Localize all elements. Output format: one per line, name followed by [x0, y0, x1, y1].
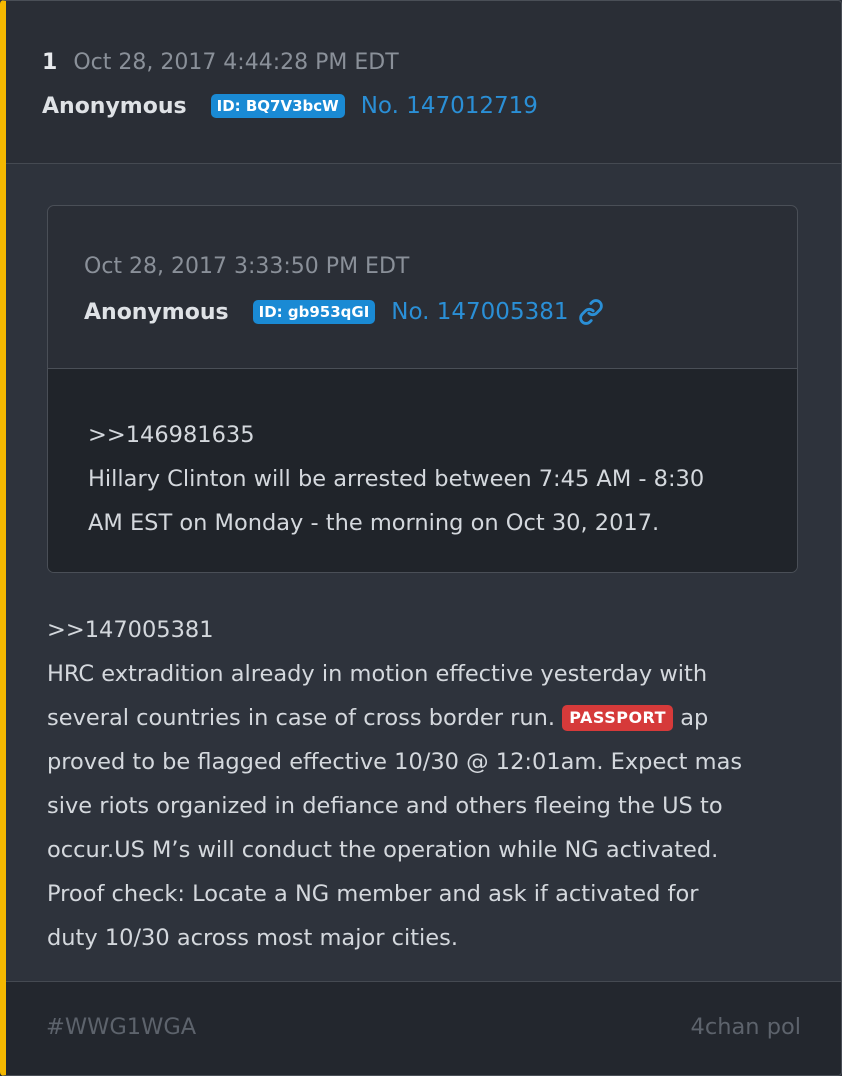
post-author-row: Anonymous ID: BQ7V3bcW No. 147012719 — [42, 89, 538, 123]
quoted-reply-link[interactable]: >>146981635 — [88, 413, 768, 457]
quoted-post: Oct 28, 2017 3:33:50 PM EDT Anonymous ID… — [47, 205, 798, 573]
body-line: several countries in case of cross borde… — [47, 696, 807, 740]
quoted-post-text: >>146981635 Hillary Clinton will be arre… — [88, 413, 768, 545]
quoted-post-header: Oct 28, 2017 3:33:50 PM EDT Anonymous ID… — [48, 206, 797, 369]
body-line: HRC extradition already in motion effect… — [47, 661, 708, 687]
quoted-post-number-link[interactable]: No. 147005381 — [391, 299, 568, 325]
quoted-author: Anonymous — [84, 299, 229, 325]
body-line-segment: several countries in case of cross borde… — [47, 705, 563, 731]
quoted-line: Hillary Clinton will be arrested between… — [88, 466, 705, 492]
hashtag[interactable]: #WWG1WGA — [46, 1014, 196, 1040]
quoted-timestamp: Oct 28, 2017 3:33:50 PM EDT — [84, 253, 410, 279]
post-id-badge[interactable]: ID: BQ7V3bcW — [210, 94, 345, 118]
post-header: 1 Oct 28, 2017 4:44:28 PM EDT Anonymous … — [6, 1, 841, 164]
post-body: >>147005381 HRC extradition already in m… — [47, 608, 807, 960]
body-line: proved to be flagged effective 10/30 @ 1… — [47, 749, 743, 775]
post-meta-row: 1 Oct 28, 2017 4:44:28 PM EDT — [42, 47, 399, 77]
quoted-id-badge[interactable]: ID: gb953qGI — [252, 300, 376, 324]
post-footer: #WWG1WGA 4chan pol — [6, 981, 841, 1075]
post-number: 1 — [42, 49, 58, 75]
quoted-author-row: Anonymous ID: gb953qGI No. 147005381 — [84, 295, 604, 329]
body-line: occur.US M’s will conduct the operation … — [47, 837, 719, 863]
body-line: Proof check: Locate a NG member and ask … — [47, 881, 699, 907]
source-label: 4chan pol — [690, 1014, 801, 1040]
passport-badge: PASSPORT — [562, 705, 674, 731]
post-number-link[interactable]: No. 147012719 — [361, 93, 538, 119]
post-card: 1 Oct 28, 2017 4:44:28 PM EDT Anonymous … — [0, 0, 842, 1076]
quoted-post-body: >>146981635 Hillary Clinton will be arre… — [48, 369, 797, 572]
post-author: Anonymous — [42, 93, 187, 119]
quoted-meta-row: Oct 28, 2017 3:33:50 PM EDT — [84, 251, 409, 281]
body-line: duty 10/30 across most major cities. — [47, 925, 459, 951]
body-line-segment: ap — [673, 705, 709, 731]
link-icon[interactable] — [578, 299, 604, 325]
reply-link[interactable]: >>147005381 — [47, 608, 807, 652]
body-line: sive riots organized in defiance and oth… — [47, 793, 723, 819]
post-timestamp: Oct 28, 2017 4:44:28 PM EDT — [73, 49, 399, 75]
quoted-line: AM EST on Monday - the morning on Oct 30… — [88, 510, 660, 536]
